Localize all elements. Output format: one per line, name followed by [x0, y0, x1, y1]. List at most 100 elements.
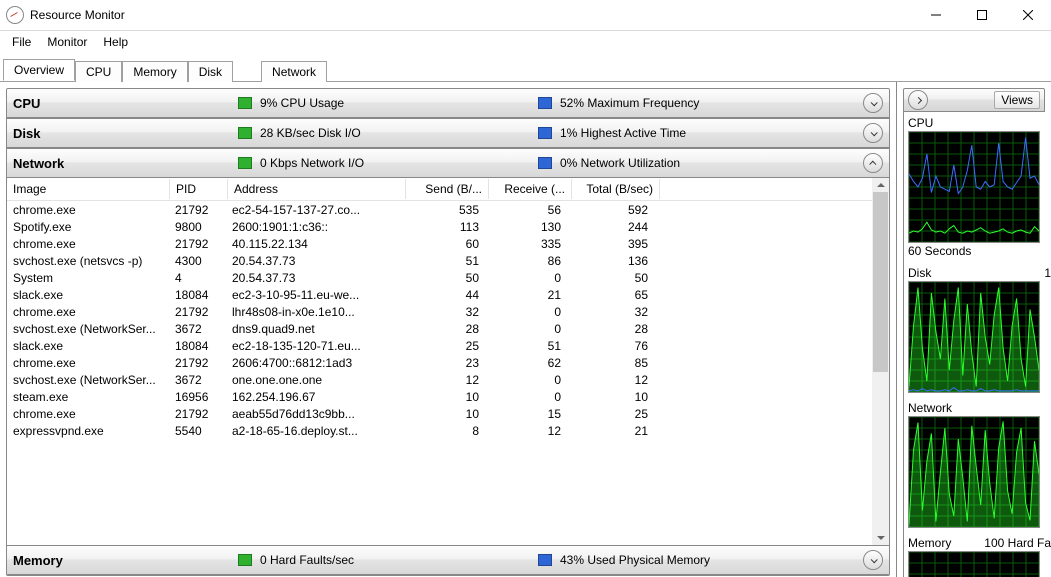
mem-used-text: 43% Used Physical Memory: [560, 553, 710, 567]
cell-total: 50: [567, 270, 654, 286]
cell-send: 60: [403, 236, 485, 252]
table-row[interactable]: chrome.exe217922606:4700::6812:1ad323628…: [7, 354, 889, 371]
cell-address: ec2-54-157-137-27.co...: [226, 202, 403, 218]
cell-address: ec2-18-135-120-71.eu...: [226, 338, 403, 354]
table-row[interactable]: slack.exe18084ec2-3-10-95-11.eu-we...442…: [7, 286, 889, 303]
cell-total: 136: [567, 253, 654, 269]
section-header-cpu[interactable]: CPU 9% CPU Usage 52% Maximum Frequency: [7, 89, 889, 118]
scroll-thumb[interactable]: [873, 192, 888, 372]
table-row[interactable]: chrome.exe2179240.115.22.13460335395: [7, 235, 889, 252]
col-send[interactable]: Send (B/...: [406, 179, 489, 199]
views-button[interactable]: Views: [994, 91, 1040, 109]
col-total[interactable]: Total (B/sec): [572, 179, 660, 199]
mini-chart-title: Disk: [908, 266, 931, 280]
cell-image: svchost.exe (NetworkSer...: [7, 321, 169, 337]
chevron-up-icon: [869, 160, 876, 167]
cell-receive: 51: [485, 338, 567, 354]
cell-image: expressvpnd.exe: [7, 423, 169, 439]
net-util-icon: [538, 157, 552, 169]
cell-send: 12: [403, 372, 485, 388]
table-row[interactable]: chrome.exe21792ec2-54-157-137-27.co...53…: [7, 201, 889, 218]
collapse-network-button[interactable]: [863, 153, 883, 173]
tab-disk[interactable]: Disk: [188, 61, 233, 82]
col-pid[interactable]: PID: [170, 179, 228, 199]
table-row[interactable]: Spotify.exe98002600:1901:1:c36::11313024…: [7, 218, 889, 235]
cell-image: slack.exe: [7, 287, 169, 303]
title-bar: Resource Monitor: [0, 0, 1051, 31]
table-row[interactable]: steam.exe16956162.254.196.6710010: [7, 388, 889, 405]
menu-file[interactable]: File: [4, 33, 39, 51]
cell-address: lhr48s08-in-x0e.1e10...: [226, 304, 403, 320]
cpu-usage-text: 9% CPU Usage: [260, 96, 344, 110]
minimize-button[interactable]: [913, 0, 959, 30]
mini-chart-graph: [908, 551, 1040, 577]
cell-receive: 62: [485, 355, 567, 371]
cell-address: dns9.quad9.net: [226, 321, 403, 337]
mini-chart-title: Network: [908, 401, 952, 415]
scroll-up-icon[interactable]: [872, 178, 889, 192]
expand-disk-button[interactable]: [863, 123, 883, 143]
col-image[interactable]: Image: [7, 179, 170, 199]
mini-chart-graph: [908, 416, 1040, 528]
cell-image: chrome.exe: [7, 355, 169, 371]
expand-memory-button[interactable]: [863, 550, 883, 570]
table-row[interactable]: svchost.exe (NetworkSer...3672one.one.on…: [7, 371, 889, 388]
mini-chart-sub: 60 Seconds: [908, 244, 1051, 258]
cell-total: 85: [567, 355, 654, 371]
net-io-icon: [238, 157, 252, 169]
menu-help[interactable]: Help: [95, 33, 136, 51]
col-receive[interactable]: Receive (...: [489, 179, 572, 199]
cell-pid: 18084: [169, 287, 226, 303]
maximize-button[interactable]: [959, 0, 1005, 30]
tab-memory[interactable]: Memory: [122, 61, 187, 82]
cell-pid: 21792: [169, 304, 226, 320]
table-row[interactable]: chrome.exe21792aeab55d76dd13c9bb...10152…: [7, 405, 889, 422]
cell-send: 10: [403, 406, 485, 422]
cell-send: 25: [403, 338, 485, 354]
cpu-usage-icon: [238, 97, 252, 109]
cell-address: ec2-3-10-95-11.eu-we...: [226, 287, 403, 303]
section-header-memory[interactable]: Memory 0 Hard Faults/sec 43% Used Physic…: [7, 546, 889, 575]
cell-pid: 21792: [169, 236, 226, 252]
table-row[interactable]: expressvpnd.exe5540a2-18-65-16.deploy.st…: [7, 422, 889, 439]
table-row[interactable]: chrome.exe21792lhr48s08-in-x0e.1e10...32…: [7, 303, 889, 320]
tab-bar: Overview CPU Memory Disk Network: [0, 54, 1051, 82]
cell-address: aeab55d76dd13c9bb...: [226, 406, 403, 422]
cell-image: chrome.exe: [7, 406, 169, 422]
collapse-side-button[interactable]: [908, 90, 928, 110]
table-row[interactable]: System420.54.37.7350050: [7, 269, 889, 286]
cell-pid: 4: [169, 270, 226, 286]
disk-io-icon: [238, 127, 252, 139]
table-scrollbar[interactable]: [872, 178, 889, 545]
cell-receive: 130: [485, 219, 567, 235]
cell-total: 65: [567, 287, 654, 303]
cell-send: 8: [403, 423, 485, 439]
chevron-down-icon: [870, 99, 877, 106]
table-row[interactable]: svchost.exe (netsvcs -p)430020.54.37.735…: [7, 252, 889, 269]
tab-network[interactable]: Network: [261, 61, 327, 82]
tab-cpu[interactable]: CPU: [75, 61, 122, 82]
cell-total: 32: [567, 304, 654, 320]
side-header: Views: [903, 88, 1045, 112]
scroll-down-icon[interactable]: [872, 531, 889, 545]
close-button[interactable]: [1005, 0, 1051, 30]
app-icon: [6, 6, 24, 24]
section-header-disk[interactable]: Disk 28 KB/sec Disk I/O 1% Highest Activ…: [7, 119, 889, 148]
mini-chart-graph: [908, 131, 1040, 243]
cell-send: 535: [403, 202, 485, 218]
menu-monitor[interactable]: Monitor: [39, 33, 95, 51]
net-io-text: 0 Kbps Network I/O: [260, 156, 364, 170]
mini-chart: Disk 1: [908, 266, 1051, 393]
col-address[interactable]: Address: [228, 179, 406, 199]
cell-image: chrome.exe: [7, 202, 169, 218]
table-row[interactable]: svchost.exe (NetworkSer...3672dns9.quad9…: [7, 320, 889, 337]
disk-active-text: 1% Highest Active Time: [560, 126, 686, 140]
tab-overview[interactable]: Overview: [3, 59, 75, 81]
table-row[interactable]: slack.exe18084ec2-18-135-120-71.eu...255…: [7, 337, 889, 354]
mini-chart-right: 1: [1044, 266, 1051, 280]
section-header-network[interactable]: Network 0 Kbps Network I/O 0% Network Ut…: [7, 149, 889, 178]
section-title-cpu: CPU: [13, 96, 238, 111]
section-title-disk: Disk: [13, 126, 238, 141]
cell-address: 162.254.196.67: [226, 389, 403, 405]
expand-cpu-button[interactable]: [863, 93, 883, 113]
